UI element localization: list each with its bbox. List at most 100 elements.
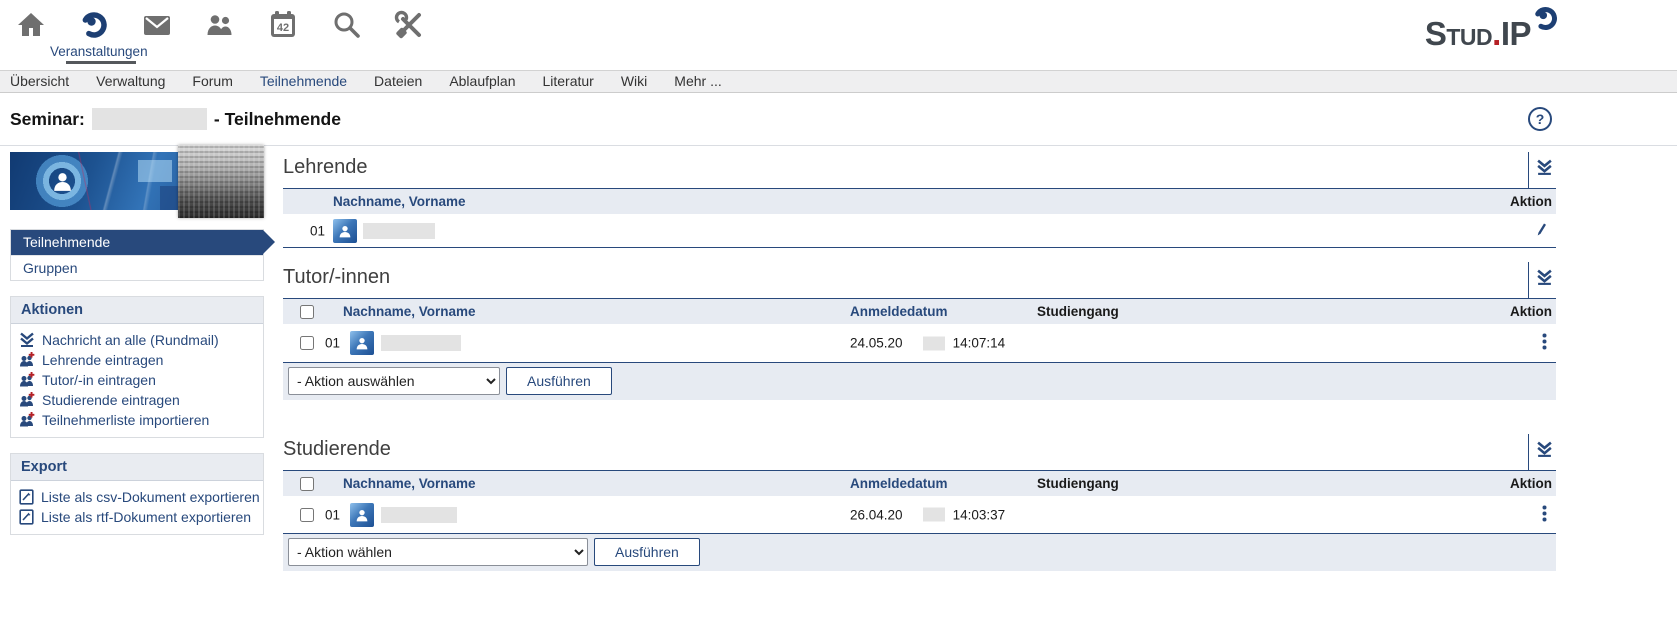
- name-redacted: [381, 335, 461, 351]
- tab-forum[interactable]: Forum: [192, 71, 232, 92]
- logo-dot: .: [1492, 15, 1501, 52]
- execute-button[interactable]: Ausführen: [594, 538, 700, 566]
- tutoren-row: 01 24.05.20 14:07:14: [283, 324, 1556, 363]
- export-label: Liste als rtf-Dokument exportieren: [41, 509, 251, 525]
- home-icon[interactable]: [16, 10, 46, 40]
- lehrende-table-header: Nachname, Vorname Aktion: [283, 188, 1556, 214]
- search-icon[interactable]: [331, 10, 361, 40]
- tab-dateien[interactable]: Dateien: [374, 71, 422, 92]
- action-label: Studierende eintragen: [42, 392, 180, 408]
- top-header-bar: 42 Veranstaltungen Stud.IP: [0, 0, 1677, 70]
- community-icon[interactable]: [205, 10, 235, 40]
- kebab-menu-icon[interactable]: [1542, 505, 1547, 525]
- divider: [1528, 152, 1529, 188]
- anmeldedatum-cell: 26.04.20 14:03:37: [850, 507, 1005, 522]
- col-nachname-vorname[interactable]: Nachname, Vorname: [343, 299, 476, 324]
- col-anmeldedatum[interactable]: Anmeldedatum: [850, 471, 948, 496]
- tab-teilnehmende[interactable]: Teilnehmende: [260, 71, 347, 92]
- action-lehrende-eintragen[interactable]: Lehrende eintragen: [11, 350, 263, 370]
- sidebar-aktionen-box: Aktionen Nachricht an alle (Rundmail) Le…: [10, 296, 264, 438]
- banner-lecture-photo: [178, 145, 264, 218]
- mail-all-icon: [19, 332, 35, 348]
- divider: [1528, 262, 1529, 298]
- lehrende-section-head: Lehrende: [283, 148, 1556, 188]
- anmelde-time: 14:07:14: [953, 336, 1006, 351]
- message-to-all-icon[interactable]: [1536, 441, 1553, 463]
- row-checkbox[interactable]: [300, 336, 314, 350]
- banner-shape: [138, 160, 172, 182]
- veranstaltungen-label[interactable]: Veranstaltungen: [50, 44, 148, 59]
- studip-logo-swirl-icon: [1532, 5, 1559, 37]
- tools-icon[interactable]: [394, 10, 424, 40]
- veranstaltungen-icon[interactable]: [79, 10, 109, 40]
- studierende-section-head: Studierende: [283, 430, 1556, 470]
- page-title-suffix: - Teilnehmende: [214, 109, 341, 130]
- export-csv[interactable]: Liste als csv-Dokument exportieren: [11, 487, 263, 507]
- export-rtf[interactable]: Liste als rtf-Dokument exportieren: [11, 507, 263, 527]
- export-label: Liste als csv-Dokument exportieren: [41, 489, 260, 505]
- bulk-action-select[interactable]: - Aktion auswählen: [288, 367, 500, 395]
- mail-icon[interactable]: [142, 10, 172, 40]
- tab-ablaufplan[interactable]: Ablaufplan: [449, 71, 515, 92]
- document-export-icon: [19, 509, 34, 525]
- row-checkbox[interactable]: [300, 508, 314, 522]
- edit-icon[interactable]: [1534, 222, 1547, 240]
- seminar-name-redacted: [92, 108, 207, 130]
- page-title-prefix: Seminar:: [10, 109, 85, 130]
- active-tab-underline: [66, 61, 136, 64]
- sidebar-item-teilnehmende[interactable]: Teilnehmende: [11, 230, 263, 255]
- action-label: Tutor/-in eintragen: [42, 372, 156, 388]
- divider: [1528, 434, 1529, 470]
- sidebar-item-gruppen[interactable]: Gruppen: [11, 255, 263, 280]
- tab-literatur[interactable]: Literatur: [542, 71, 593, 92]
- anmelde-date: 24.05.20: [850, 336, 903, 351]
- col-aktion: Aktion: [1510, 471, 1552, 496]
- sidebar-nav-box: Teilnehmende Gruppen: [10, 229, 264, 281]
- page-title: Seminar: - Teilnehmende: [10, 108, 341, 130]
- col-nachname-vorname[interactable]: Nachname, Vorname: [343, 471, 476, 496]
- select-all-checkbox[interactable]: [300, 305, 314, 319]
- anmelde-date: 26.04.20: [850, 507, 903, 522]
- main-content: Lehrende Nachname, Vorname Aktion 01 Tut…: [283, 148, 1556, 571]
- select-all-checkbox[interactable]: [300, 477, 314, 491]
- studierende-bulk-actions: - Aktion wählen Ausführen: [283, 534, 1556, 571]
- avatar[interactable]: [350, 331, 374, 355]
- action-tutor-eintragen[interactable]: Tutor/-in eintragen: [11, 370, 263, 390]
- global-icon-nav: 42: [16, 10, 424, 40]
- date-redacted: [923, 336, 945, 350]
- message-to-all-icon[interactable]: [1536, 159, 1553, 181]
- document-export-icon: [19, 489, 34, 505]
- person-add-icon: [19, 352, 35, 368]
- row-index: 01: [325, 507, 340, 522]
- col-aktion: Aktion: [1510, 299, 1552, 324]
- studierende-table-header: Nachname, Vorname Anmeldedatum Studienga…: [283, 470, 1556, 496]
- message-to-all-icon[interactable]: [1536, 269, 1553, 291]
- tutoren-table-header: Nachname, Vorname Anmeldedatum Studienga…: [283, 298, 1556, 324]
- execute-button[interactable]: Ausführen: [506, 367, 612, 395]
- tab-uebersicht[interactable]: Übersicht: [10, 71, 69, 92]
- aktionen-header: Aktionen: [11, 297, 263, 324]
- row-index: 01: [325, 336, 340, 351]
- tab-mehr[interactable]: Mehr ...: [674, 71, 721, 92]
- tab-verwaltung[interactable]: Verwaltung: [96, 71, 165, 92]
- action-studierende-eintragen[interactable]: Studierende eintragen: [11, 390, 263, 410]
- avatar[interactable]: [350, 503, 374, 527]
- anmelde-time: 14:03:37: [953, 507, 1006, 522]
- name-redacted: [381, 507, 457, 523]
- action-teilnehmerliste-importieren[interactable]: Teilnehmerliste importieren: [11, 410, 263, 430]
- studip-logo-text: Stud.IP: [1425, 16, 1531, 52]
- help-icon[interactable]: ?: [1527, 106, 1553, 137]
- action-rundmail[interactable]: Nachricht an alle (Rundmail): [11, 330, 263, 350]
- col-aktion: Aktion: [1510, 189, 1552, 214]
- tab-wiki[interactable]: Wiki: [621, 71, 647, 92]
- col-nachname-vorname[interactable]: Nachname, Vorname: [333, 189, 466, 214]
- avatar[interactable]: [333, 219, 357, 243]
- export-header: Export: [11, 454, 263, 481]
- kebab-menu-icon[interactable]: [1542, 333, 1547, 353]
- bulk-action-select[interactable]: - Aktion wählen: [288, 538, 588, 566]
- schedule-icon[interactable]: 42: [268, 10, 298, 40]
- sidebar: Teilnehmende Gruppen Aktionen Nachricht …: [10, 150, 264, 550]
- action-label: Teilnehmerliste importieren: [42, 412, 209, 428]
- col-anmeldedatum[interactable]: Anmeldedatum: [850, 299, 948, 324]
- person-add-icon: [19, 412, 35, 428]
